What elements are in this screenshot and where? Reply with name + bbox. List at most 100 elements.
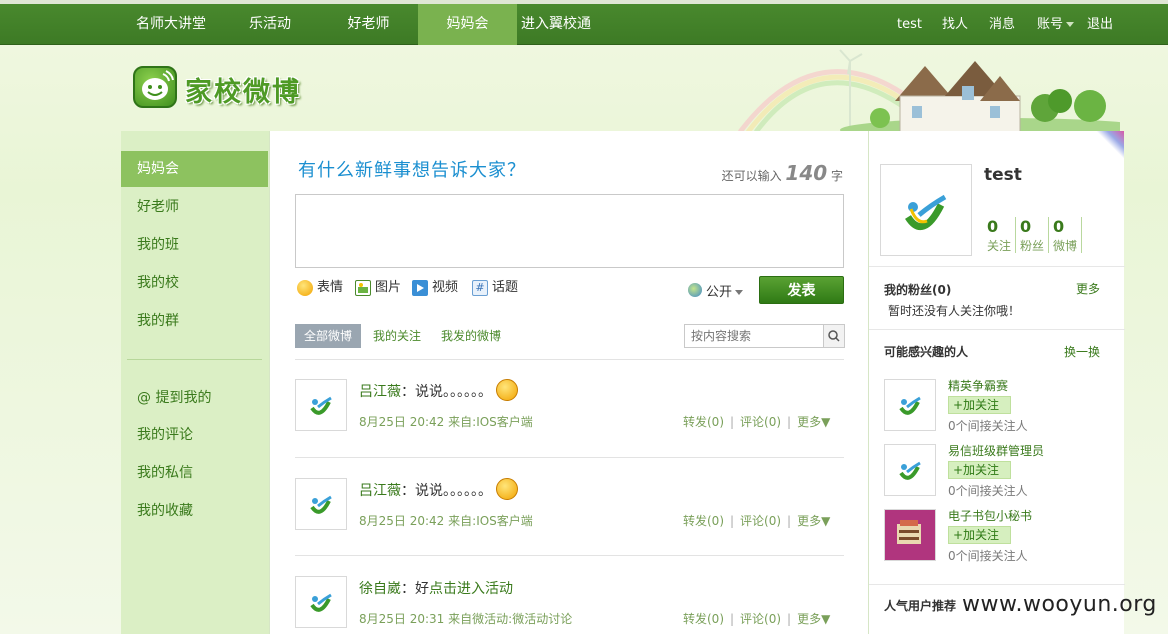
search-button[interactable] [824,324,845,348]
sidebar-item-my-class[interactable]: 我的班 [121,227,268,263]
suggest-name[interactable]: 易信班级群管理员 [948,442,1044,459]
suggest-name[interactable]: 电子书包小秘书 [948,507,1032,524]
hashtag-icon: # [472,280,488,296]
sidebar-item-comments[interactable]: 我的评论 [121,417,268,453]
post-source[interactable]: IOS客户端 [476,514,533,528]
popular-title: 人气用户推荐 [884,599,957,613]
more-link[interactable]: 更多▼ [797,415,830,429]
post-avatar[interactable] [295,379,347,431]
nav-item-mothers[interactable]: 妈妈会 [418,4,517,45]
suggest-indirect: 0个间接关注人 [948,419,1028,433]
nav-item-teachers[interactable]: 好老师 [319,4,418,45]
suggest-refresh-link[interactable]: 换一换 [1064,343,1100,360]
nav-messages[interactable]: 消息 [989,4,1015,45]
post-author[interactable]: 徐自崴 [359,581,401,597]
nav-user[interactable]: test [897,4,922,45]
right-divider [869,584,1125,585]
smiley-icon [297,280,313,296]
follow-button[interactable]: +加关注 [948,396,1011,414]
action-separator: | [787,514,792,528]
activity-link[interactable]: 点击进入活动 [429,581,513,597]
action-separator: | [787,612,792,626]
follow-button[interactable]: +加关注 [948,461,1011,479]
image-button[interactable]: 图片 [355,279,401,297]
repost-link[interactable]: 转发(0) [683,415,724,429]
nav-item-activities[interactable]: 乐活动 [221,4,319,45]
video-button[interactable]: 视频 [412,279,458,297]
profile-name[interactable]: test [984,165,1022,185]
publish-button[interactable]: 发表 [759,276,844,304]
post-text: 说说。。。。。。 [415,384,492,400]
stat-following-label: 关注 [987,239,1012,253]
follow-button[interactable]: +加关注 [948,526,1011,544]
user-default-avatar-icon [310,396,332,415]
post-author[interactable]: 吕江薇 [359,384,401,400]
feed-divider [295,359,844,360]
action-separator: | [730,415,735,429]
post-divider [295,457,844,458]
suggest-avatar[interactable] [884,444,936,496]
post-time[interactable]: 8月25日 20:42 [359,514,444,528]
topic-button[interactable]: # 话题 [472,279,518,297]
feed-search-input[interactable] [684,324,824,348]
post-source[interactable]: IOS客户端 [476,415,533,429]
suggest-avatar[interactable] [884,379,936,431]
repost-link[interactable]: 转发(0) [683,612,724,626]
watermark-text: www.wooyun.org [962,592,1157,617]
tab-following[interactable]: 我的关注 [373,324,421,348]
tab-my-posts[interactable]: 我发的微博 [441,324,501,348]
nav-item-enter-school[interactable]: 进入翼校通 [517,4,595,45]
post-avatar[interactable] [295,478,347,530]
post-actions: 转发(0) | 评论(0) | 更多▼ [683,512,830,529]
stat-fans-label: 粉丝 [1020,239,1045,253]
post-source[interactable]: 微活动讨论 [512,612,572,626]
sidebar-item-my-group[interactable]: 我的群 [121,303,268,339]
right-divider [869,266,1125,267]
post-separator: ： [401,483,415,499]
post-time[interactable]: 8月25日 20:42 [359,415,444,429]
topic-label: 话题 [492,280,519,295]
post-time[interactable]: 8月25日 20:31 [359,612,444,626]
post-textarea[interactable] [295,194,844,268]
repost-link[interactable]: 转发(0) [683,514,724,528]
nav-account[interactable]: 账号 [1037,4,1075,45]
fans-more-link[interactable]: 更多 [1076,280,1100,297]
sidebar-item-teachers[interactable]: 好老师 [121,189,268,225]
sidebar-item-mentions[interactable]: @ 提到我的 [121,380,268,416]
comment-link[interactable]: 评论(0) [740,415,781,429]
user-default-avatar-icon [905,194,947,231]
composer-prompt: 有什么新鲜事想告诉大家？ [298,160,526,181]
post-meta: 8月25日 20:31 来自微活动:微活动讨论 [359,610,572,627]
stat-fans[interactable]: 0 粉丝 [1017,217,1049,253]
post-from-label: 来自微活动: [448,612,513,626]
stat-following[interactable]: 0 关注 [984,217,1016,253]
emotion-button[interactable]: 表情 [297,279,343,297]
more-link[interactable]: 更多▼ [797,514,830,528]
suggest-name[interactable]: 精英争霸赛 [948,377,1008,394]
user-default-avatar-icon [310,495,332,514]
sidebar-item-private-messages[interactable]: 我的私信 [121,455,268,491]
site-logo[interactable]: 家校微博 [133,66,323,110]
more-link[interactable]: 更多▼ [797,612,830,626]
post-text: 好 [415,581,429,597]
stat-posts[interactable]: 0 微博 [1050,217,1082,253]
visibility-label: 公开 [706,285,733,300]
tab-all-posts[interactable]: 全部微博 [295,324,362,348]
post-separator: ： [401,384,415,400]
post-avatar[interactable] [295,576,347,628]
sidebar-item-mothers[interactable]: 妈妈会 [121,151,268,187]
emotion-label: 表情 [317,280,344,295]
action-separator: | [730,612,735,626]
nav-logout[interactable]: 退出 [1087,4,1113,45]
visibility-dropdown[interactable]: 公开 [688,281,744,300]
nav-item-lecture[interactable]: 名师大讲堂 [121,4,221,45]
suggest-avatar[interactable] [884,509,936,561]
profile-avatar[interactable] [880,164,972,256]
grinning-emoji-icon [496,478,519,500]
sidebar-item-favorites[interactable]: 我的收藏 [121,493,268,529]
comment-link[interactable]: 评论(0) [740,612,781,626]
post-author[interactable]: 吕江薇 [359,483,401,499]
nav-find-people[interactable]: 找人 [942,4,968,45]
sidebar-item-my-school[interactable]: 我的校 [121,265,268,301]
comment-link[interactable]: 评论(0) [740,514,781,528]
